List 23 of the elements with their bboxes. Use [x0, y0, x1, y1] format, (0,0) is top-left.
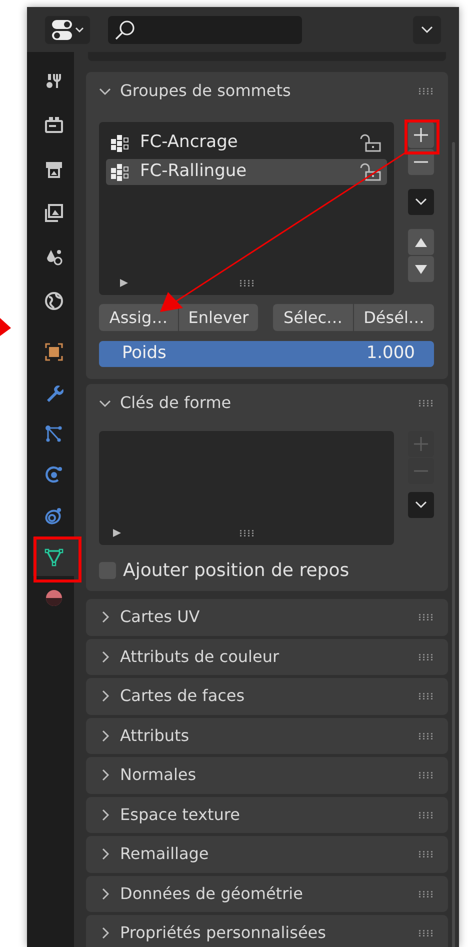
- section-title[interactable]: Attributs: [120, 724, 190, 748]
- section-title[interactable]: Attributs de couleur: [120, 644, 280, 669]
- section-title[interactable]: Normales: [120, 763, 196, 788]
- section-title[interactable]: Espace texture: [120, 802, 240, 827]
- section-title[interactable]: Clés de forme: [120, 390, 232, 414]
- weight-slider[interactable]: Poids 1.000: [99, 341, 434, 367]
- list-item[interactable]: FC-Rallingue: [106, 159, 387, 185]
- section-title[interactable]: Cartes UV: [120, 605, 200, 630]
- section-title[interactable]: Cartes de faces: [120, 684, 245, 708]
- slider-value: 1.000: [366, 342, 415, 366]
- list-item[interactable]: FC-Ancrage: [106, 130, 387, 156]
- item-name: FC-Ancrage: [140, 131, 238, 154]
- section-title[interactable]: Données de géométrie: [120, 882, 303, 906]
- checkbox-label: Ajouter position de repos: [123, 558, 350, 582]
- section-title[interactable]: Propriétés personnalisées: [120, 921, 326, 946]
- item-name: FC-Rallingue: [140, 160, 247, 184]
- action-button[interactable]: Enlever: [179, 304, 258, 331]
- action-button[interactable]: Sélec…: [273, 304, 353, 331]
- slider-label: Poids: [122, 342, 166, 366]
- action-button[interactable]: Désél…: [354, 304, 434, 331]
- section-title[interactable]: Groupes de sommets: [120, 78, 291, 102]
- action-button[interactable]: Assig…: [99, 304, 178, 331]
- section-title[interactable]: Remaillage: [120, 842, 209, 866]
